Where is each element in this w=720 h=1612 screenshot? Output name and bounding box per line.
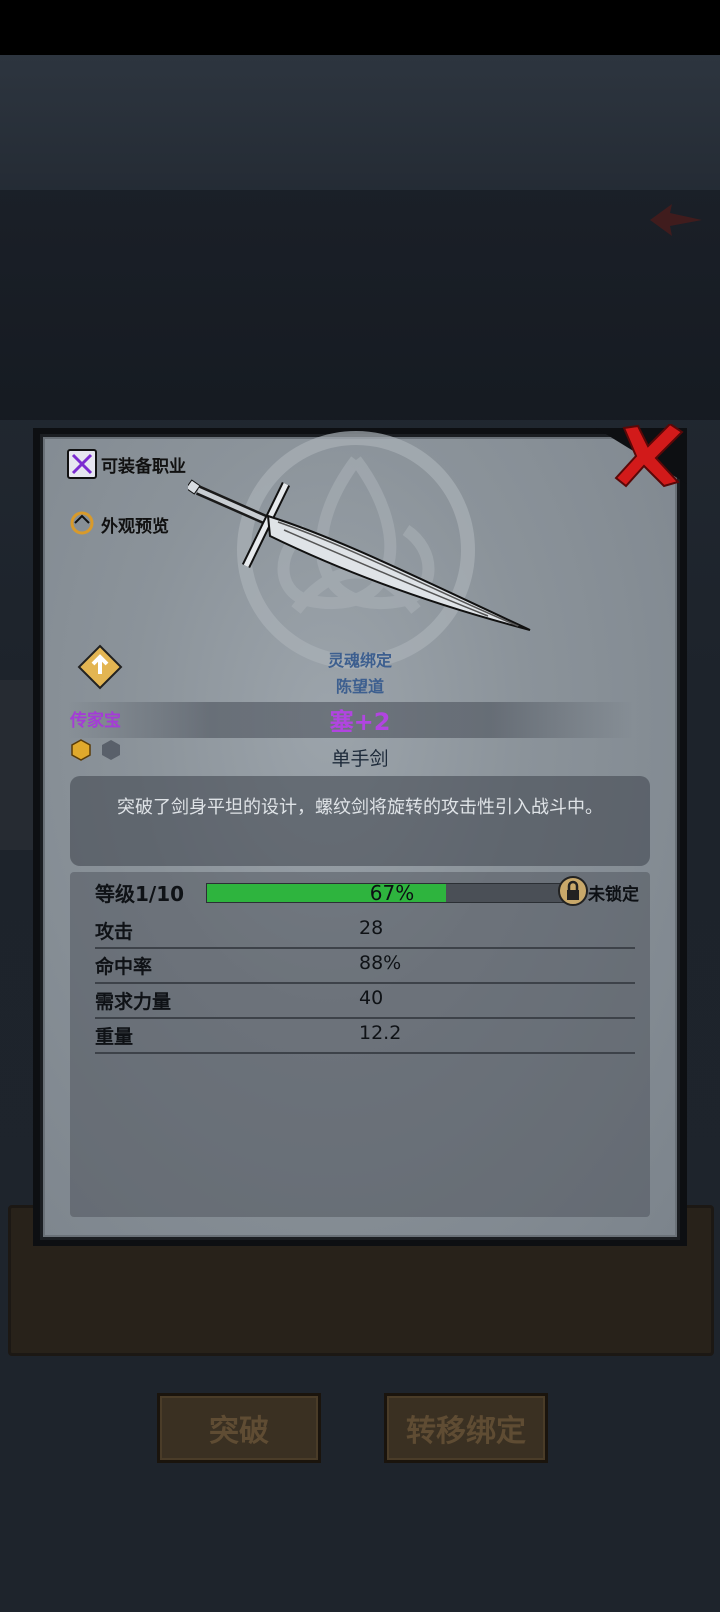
soulbind-info: 灵魂绑定 陈望道 xyxy=(300,648,420,700)
lock-status[interactable]: 未锁定 xyxy=(588,880,639,905)
stat-name: 命中率 xyxy=(95,956,153,978)
soulbind-label: 灵魂绑定 xyxy=(327,651,392,670)
close-icon[interactable] xyxy=(590,424,686,488)
appearance-preview-button[interactable]: 外观预览 xyxy=(101,512,169,537)
stat-name: 需求力量 xyxy=(95,991,172,1013)
transfer-bind-button: 转移绑定 xyxy=(384,1393,548,1463)
appearance-preview-icon[interactable] xyxy=(69,510,95,536)
sword-image xyxy=(188,479,531,631)
crossed-swords-icon[interactable] xyxy=(67,449,97,479)
stat-name: 重量 xyxy=(95,1026,134,1048)
lock-icon[interactable] xyxy=(558,876,588,906)
back-arrow-icon xyxy=(650,204,702,236)
breakthrough-button: 突破 xyxy=(157,1393,321,1463)
level-progress-bar: 67% xyxy=(206,881,564,905)
stat-row: 命中率 88% xyxy=(95,948,635,984)
stat-name: 攻击 xyxy=(95,921,134,943)
item-subtype: 单手剑 xyxy=(331,748,389,770)
stat-value: 28 xyxy=(359,917,384,939)
soulbind-owner: 陈望道 xyxy=(335,677,384,696)
gold-gem-icon xyxy=(71,739,91,761)
stat-row: 重量 12.2 xyxy=(95,1018,635,1054)
stat-value: 40 xyxy=(359,987,384,1009)
status-bar xyxy=(0,0,720,55)
rarity-label: 传家宝 xyxy=(70,711,121,731)
stat-row: 攻击 28 xyxy=(95,913,635,949)
empty-gem-slot-icon xyxy=(102,740,120,760)
background-header xyxy=(0,190,720,420)
stat-row: 需求力量 40 xyxy=(95,983,635,1019)
equippable-classes-button[interactable]: 可装备职业 xyxy=(101,452,186,477)
item-description: 突破了剑身平坦的设计，螺纹剑将旋转的攻击性引入战斗中。 xyxy=(117,797,603,818)
upgrade-icon[interactable] xyxy=(77,644,123,690)
item-name: 塞+2 xyxy=(329,708,391,736)
level-progress-text: 67% xyxy=(369,881,415,905)
stat-value: 12.2 xyxy=(359,1022,402,1044)
stat-value: 88% xyxy=(359,952,402,974)
background-side-tab xyxy=(0,680,34,850)
level-label: 等级1/10 xyxy=(95,882,185,906)
